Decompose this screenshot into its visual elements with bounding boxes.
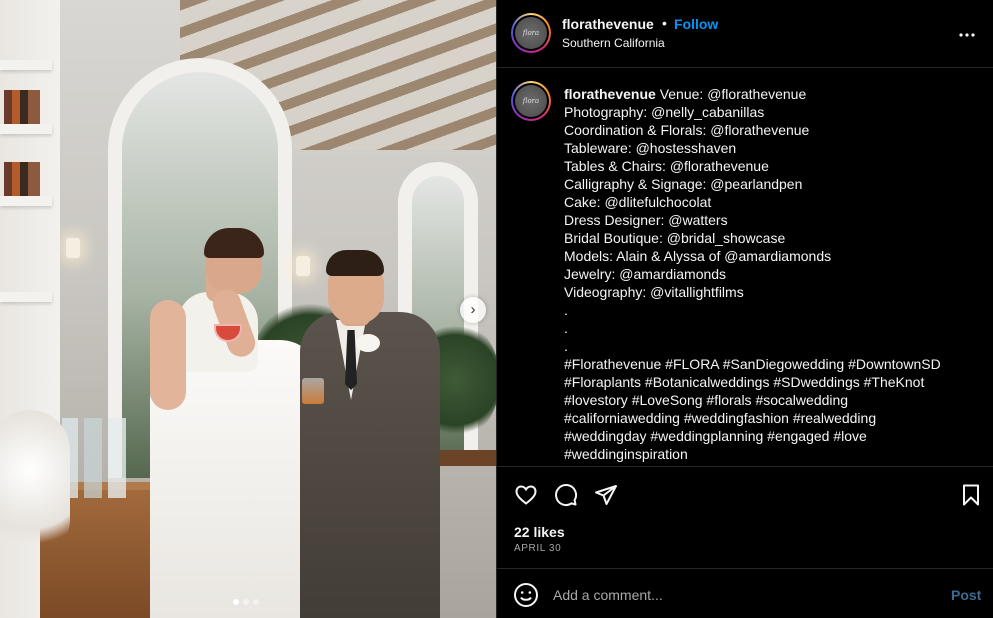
white-flowers <box>0 410 70 560</box>
save-button[interactable] <box>958 482 984 508</box>
emoji-icon <box>514 583 538 607</box>
carousel-dot <box>253 599 259 605</box>
comment-bar: Post <box>497 568 993 618</box>
bottles <box>62 418 132 498</box>
caption-line: Tableware: @hostesshaven <box>564 140 737 156</box>
post-sidebar: flora florathevenue • Follow Southern Ca… <box>496 0 993 618</box>
caption-line: Bridal Boutique: @bridal_showcase <box>564 230 786 246</box>
chevron-right-icon: › <box>470 301 476 318</box>
shelf <box>0 292 52 302</box>
caption-line: Photography: @nelly_cabanillas <box>564 104 765 120</box>
shelf <box>0 124 52 134</box>
bride-arm <box>150 300 186 410</box>
caption-line: #Florathevenue #FLORA #SanDiegowedding #… <box>564 356 941 372</box>
shelf <box>0 196 52 206</box>
boutonniere <box>356 334 380 352</box>
whiskey-glass <box>302 378 324 404</box>
likes-count[interactable]: 22 likes <box>514 524 565 540</box>
wall-sconce <box>66 238 80 258</box>
more-horizontal-icon <box>959 33 975 37</box>
caption-line: Videography: @vitallightfilms <box>564 284 744 300</box>
separator-dot: • <box>662 15 667 31</box>
caption-line: . <box>564 302 568 318</box>
carousel-next-button[interactable]: › <box>460 297 486 323</box>
groom-hair <box>326 250 384 276</box>
avatar-logo: flora <box>515 85 547 117</box>
caption-line: Tables & Chairs: @florathevenue <box>564 158 769 174</box>
caption-line: Models: Alain & Alyssa of @amardiamonds <box>564 248 832 264</box>
comment-button[interactable] <box>553 482 579 508</box>
like-button[interactable] <box>513 482 539 508</box>
share-button[interactable] <box>593 482 619 508</box>
send-icon <box>595 485 617 505</box>
comment-icon <box>555 484 578 506</box>
username-link[interactable]: florathevenue <box>562 16 654 32</box>
post-comment-button[interactable]: Post <box>951 587 981 603</box>
caption-line: Calligraphy & Signage: @pearlandpen <box>564 176 803 192</box>
caption-username[interactable]: florathevenue <box>564 86 656 102</box>
books <box>4 90 40 124</box>
caption-line: . <box>564 338 568 354</box>
avatar-logo: flora <box>515 17 547 49</box>
caption-line: Cake: @dlitefulchocolat <box>564 194 712 210</box>
caption-line: Coordination & Florals: @florathevenue <box>564 122 810 138</box>
comment-input[interactable] <box>553 583 913 607</box>
action-bar <box>497 468 993 518</box>
caption-line: #lovestory #LoveSong #florals #socalwedd… <box>564 392 849 408</box>
shelf <box>0 60 52 70</box>
caption-line: #californiawedding #weddingfashion #real… <box>564 410 877 426</box>
caption-line: #weddingday #weddingplanning #engaged #l… <box>564 428 867 444</box>
caption-avatar[interactable]: flora <box>511 81 551 121</box>
carousel-dot-active <box>233 599 239 605</box>
more-options-button[interactable] <box>958 22 976 43</box>
post-date[interactable]: APRIL 30 <box>514 543 561 554</box>
caption-line: #Floraplants #Botanicalweddings #SDweddi… <box>564 374 925 390</box>
carousel-dots <box>233 599 259 605</box>
post-header: flora florathevenue • Follow Southern Ca… <box>497 0 993 68</box>
books <box>4 162 40 196</box>
caption-line: Dress Designer: @watters <box>564 212 728 228</box>
post-photo[interactable]: › <box>0 0 496 618</box>
wall-sconce <box>296 256 310 276</box>
carousel-dot <box>243 599 249 605</box>
avatar[interactable]: flora <box>511 13 551 53</box>
location-link[interactable]: Southern California <box>562 36 665 50</box>
bookmark-icon <box>963 484 979 506</box>
caption-text: florathevenue Venue: @florathevenue Phot… <box>564 85 974 463</box>
caption-line: Jewelry: @amardiamonds <box>564 266 727 282</box>
emoji-button[interactable] <box>513 582 539 608</box>
caption-line: Venue: @florathevenue <box>655 86 807 102</box>
follow-button[interactable]: Follow <box>674 16 718 32</box>
caption-lines: Photography: @nelly_cabanillas Coordinati… <box>564 103 974 463</box>
heart-icon <box>515 485 537 505</box>
caption-line: #weddinginspiration <box>564 446 688 462</box>
caption-line: . <box>564 320 568 336</box>
caption-area: flora florathevenue Venue: @florathevenu… <box>497 69 993 467</box>
groom-suit <box>300 312 440 618</box>
caption-first-line: florathevenue Venue: @florathevenue <box>564 85 974 103</box>
